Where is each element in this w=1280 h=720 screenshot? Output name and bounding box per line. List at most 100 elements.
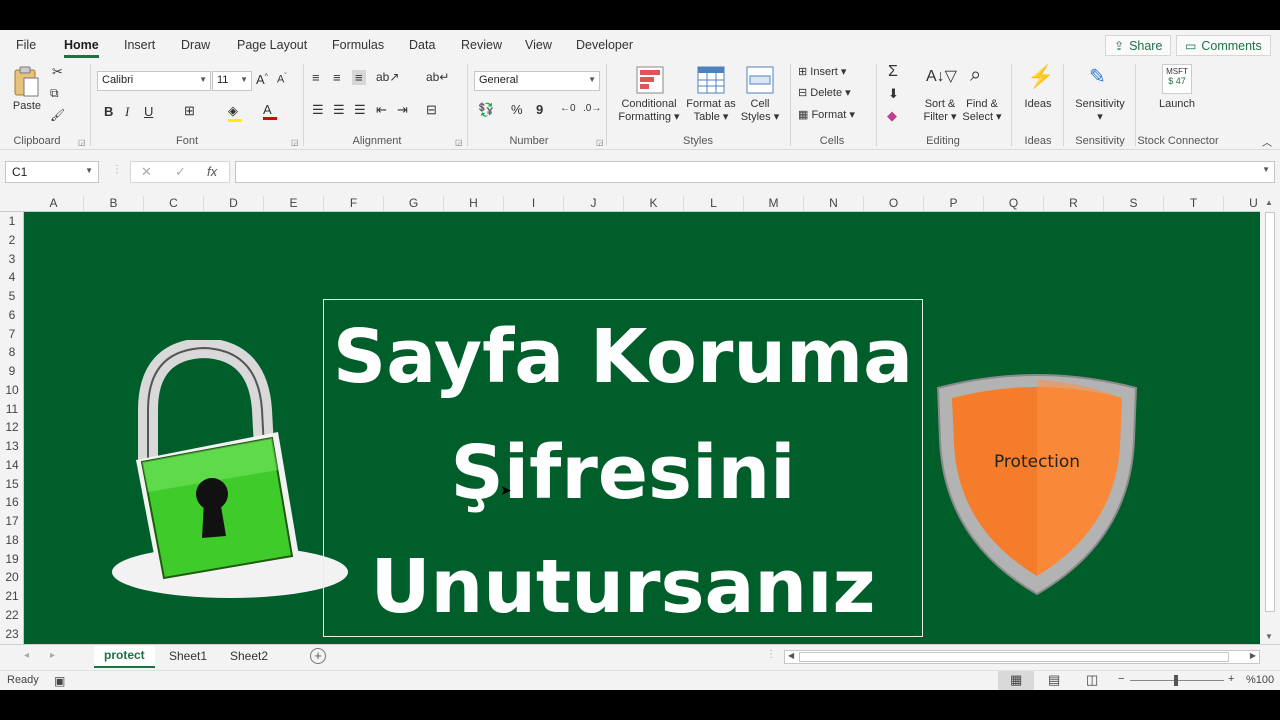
sheet-tab-protect[interactable]: protect xyxy=(94,646,155,668)
sensitivity-button[interactable]: Sensitivity ▾ xyxy=(1068,98,1132,124)
worksheet-area[interactable]: Sayfa Koruma Şifresini Unutursanız ➤ Pro… xyxy=(24,212,1260,644)
formula-input[interactable]: ▼ xyxy=(235,161,1275,183)
merge-center-icon[interactable]: ⊟ xyxy=(426,102,437,118)
tab-review[interactable]: Review xyxy=(461,38,502,52)
row-header[interactable]: 11 xyxy=(0,402,24,416)
increase-indent-icon[interactable]: ⇥ xyxy=(397,102,408,118)
cut-icon[interactable]: ✂ xyxy=(52,64,63,80)
row-header[interactable]: 22 xyxy=(0,608,24,622)
conditional-formatting-icon[interactable] xyxy=(636,66,664,94)
column-header[interactable]: P xyxy=(924,196,984,211)
column-header[interactable]: J xyxy=(564,196,624,211)
row-header[interactable]: 21 xyxy=(0,589,24,603)
scroll-up-icon[interactable]: ▲ xyxy=(1265,198,1273,207)
enter-icon[interactable]: ✓ xyxy=(175,164,186,180)
fill-color-icon[interactable]: ◈ xyxy=(228,103,242,122)
tab-file[interactable]: File xyxy=(16,38,36,52)
percent-button[interactable]: % xyxy=(511,102,523,117)
row-header[interactable]: 15 xyxy=(0,477,24,491)
column-header[interactable]: C xyxy=(144,196,204,211)
column-header[interactable]: A xyxy=(24,196,84,211)
paste-icon[interactable] xyxy=(12,66,40,98)
next-sheet-icon[interactable]: ▸ xyxy=(50,650,55,661)
name-box[interactable]: C1 ▼ xyxy=(5,161,99,183)
fill-icon[interactable]: ⬇ xyxy=(888,86,899,102)
tab-view[interactable]: View xyxy=(525,38,552,52)
format-as-table-icon[interactable] xyxy=(697,66,725,94)
underline-button[interactable]: U xyxy=(144,104,153,119)
tab-page-layout[interactable]: Page Layout xyxy=(237,38,307,52)
column-header[interactable]: L xyxy=(684,196,744,211)
tab-draw[interactable]: Draw xyxy=(181,38,210,52)
column-header[interactable]: I xyxy=(504,196,564,211)
page-break-view-icon[interactable]: ◫ xyxy=(1086,672,1098,688)
sensitivity-icon[interactable]: ✎ xyxy=(1089,64,1106,89)
sort-filter-icon[interactable]: A↓▽ xyxy=(926,66,957,86)
vertical-scrollbar[interactable]: ▲ ▼ xyxy=(1260,194,1280,644)
font-launcher-icon[interactable]: ◲ xyxy=(291,138,299,147)
column-header[interactable]: R xyxy=(1044,196,1104,211)
align-left-icon[interactable]: ☰ xyxy=(312,102,324,118)
cancel-icon[interactable]: ✕ xyxy=(141,164,152,180)
format-cells-button[interactable]: ▦ Format ▾ xyxy=(798,109,855,122)
paste-label[interactable]: Paste xyxy=(11,100,43,113)
comments-button[interactable]: ▭ Comments xyxy=(1176,35,1271,56)
align-middle-icon[interactable]: ≡ xyxy=(333,70,341,85)
copy-icon[interactable]: ⧉ xyxy=(50,86,59,101)
column-header[interactable]: Q xyxy=(984,196,1044,211)
cell-styles-button[interactable]: Cell Styles ▾ xyxy=(736,98,784,124)
font-color-icon[interactable]: A xyxy=(263,102,277,120)
align-top-icon[interactable]: ≡ xyxy=(312,70,320,85)
title-textbox[interactable]: Sayfa Koruma Şifresini Unutursanız xyxy=(323,299,923,637)
sheet-tab-sheet1[interactable]: Sheet1 xyxy=(169,649,207,663)
column-header[interactable]: O xyxy=(864,196,924,211)
conditional-formatting-button[interactable]: Conditional Formatting ▾ xyxy=(614,98,684,124)
scroll-left-icon[interactable]: ◀ xyxy=(788,651,794,660)
number-format-dropdown[interactable]: General ▼ xyxy=(474,71,600,91)
column-header[interactable]: K xyxy=(624,196,684,211)
tab-insert[interactable]: Insert xyxy=(124,38,155,52)
more-options-icon[interactable]: ⋮ xyxy=(112,164,122,175)
clear-icon[interactable]: ◆ xyxy=(887,108,897,124)
column-header[interactable]: B xyxy=(84,196,144,211)
page-layout-view-icon[interactable]: ▤ xyxy=(1048,672,1060,688)
align-bottom-icon[interactable]: ≡ xyxy=(352,70,366,85)
column-header[interactable]: D xyxy=(204,196,264,211)
zoom-slider[interactable] xyxy=(1130,675,1224,686)
alignment-launcher-icon[interactable]: ◲ xyxy=(455,138,463,147)
row-header[interactable]: 12 xyxy=(0,420,24,434)
row-header[interactable]: 9 xyxy=(0,364,24,378)
macro-recording-icon[interactable]: ▣ xyxy=(54,674,65,688)
comma-style-icon[interactable]: 9 xyxy=(536,102,543,117)
row-header[interactable]: 20 xyxy=(0,570,24,584)
sheet-tab-sheet2[interactable]: Sheet2 xyxy=(230,649,268,663)
bold-button[interactable]: B xyxy=(104,104,113,119)
horizontal-scroll-thumb[interactable] xyxy=(799,652,1229,662)
vertical-scroll-thumb[interactable] xyxy=(1265,212,1275,612)
stock-ticker-icon[interactable]: MSFT $ 47 xyxy=(1162,64,1192,94)
column-header[interactable]: G xyxy=(384,196,444,211)
format-painter-icon[interactable]: 🖌 xyxy=(50,108,65,122)
add-sheet-icon[interactable]: + xyxy=(310,648,326,664)
insert-function-icon[interactable]: fx xyxy=(207,164,217,179)
format-as-table-button[interactable]: Format as Table ▾ xyxy=(682,98,740,124)
find-select-icon[interactable]: ⌕ xyxy=(970,64,981,87)
zoom-out-icon[interactable]: − xyxy=(1118,673,1124,685)
shrink-font-icon[interactable]: Aˇ xyxy=(277,73,287,86)
align-center-icon[interactable]: ☰ xyxy=(333,102,345,118)
share-button[interactable]: ⇪ Share xyxy=(1105,35,1172,56)
number-launcher-icon[interactable]: ◲ xyxy=(596,138,604,147)
column-header[interactable]: F xyxy=(324,196,384,211)
orientation-icon[interactable]: ab↗ xyxy=(376,70,399,84)
font-size-dropdown[interactable]: 11 ▼ xyxy=(212,71,252,91)
row-header[interactable]: 10 xyxy=(0,383,24,397)
row-header[interactable]: 19 xyxy=(0,552,24,566)
collapse-ribbon-icon[interactable]: ︿ xyxy=(1262,134,1272,149)
row-header[interactable]: 1 xyxy=(0,214,24,228)
ideas-button[interactable]: Ideas xyxy=(1016,98,1060,111)
cell-styles-icon[interactable] xyxy=(746,66,774,94)
sort-filter-button[interactable]: Sort & Filter ▾ xyxy=(918,98,962,124)
row-header[interactable]: 6 xyxy=(0,308,24,322)
row-header[interactable]: 17 xyxy=(0,514,24,528)
split-handle-icon[interactable]: ⋮ xyxy=(766,649,776,660)
